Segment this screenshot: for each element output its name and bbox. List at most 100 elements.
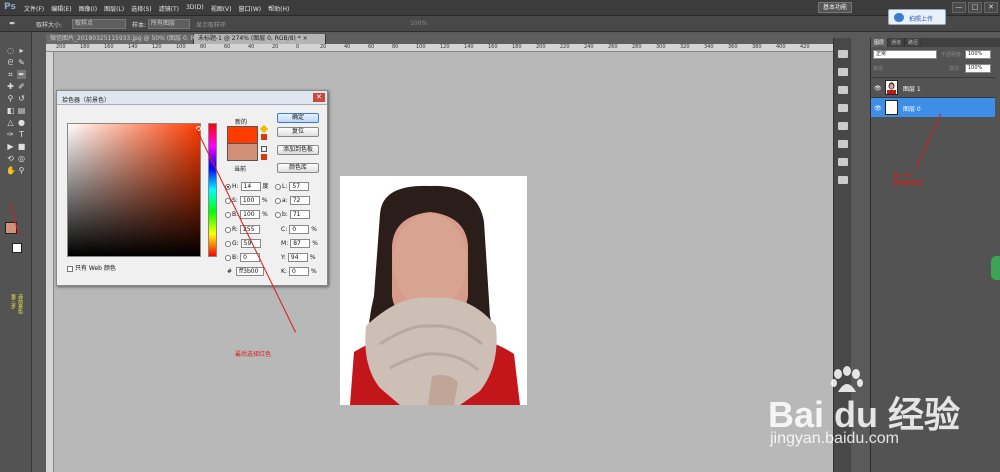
side-float-handle[interactable] bbox=[991, 256, 1000, 280]
gamut-correction-swatch[interactable] bbox=[261, 134, 267, 140]
tab-wechat-image[interactable]: 微信图片_20180325115933.jpg @ 50% (图层 0, RGB… bbox=[46, 34, 229, 44]
dialog-titlebar[interactable]: 拾色器（前景色） ✕ bbox=[57, 91, 327, 105]
tab-untitled-1[interactable]: 未标题-1 @ 274% (图层 0, RGB/8) * × bbox=[194, 34, 326, 44]
masks-panel-icon[interactable] bbox=[838, 122, 848, 130]
field-y[interactable]: Y: 94% bbox=[281, 253, 316, 263]
3d-rotate-icon[interactable]: ⟲ bbox=[6, 154, 15, 163]
menu-file[interactable]: 文件(F) bbox=[24, 4, 44, 13]
current-color-swatch[interactable] bbox=[227, 144, 258, 161]
brush-tool-icon[interactable]: ✐ bbox=[17, 82, 26, 91]
character-panel-icon[interactable] bbox=[838, 158, 848, 166]
layer-name[interactable]: 图层 0 bbox=[903, 104, 921, 113]
s-input[interactable]: 100 bbox=[239, 196, 260, 205]
field-c[interactable]: C: 0% bbox=[281, 225, 317, 235]
gamut-warning-icon[interactable] bbox=[259, 124, 269, 134]
close-window-button[interactable]: ✕ bbox=[984, 2, 998, 13]
maximize-button[interactable]: □ bbox=[968, 2, 982, 13]
gradient-tool-icon[interactable]: ▤ bbox=[17, 106, 26, 115]
add-to-swatches-button[interactable]: 添加到色板 bbox=[277, 145, 319, 155]
blur-tool-icon[interactable]: △ bbox=[6, 118, 15, 127]
tab-layers[interactable]: 图层 bbox=[871, 38, 889, 47]
h-input[interactable]: 14 bbox=[240, 182, 261, 191]
field-hex[interactable]: # ff3b00 bbox=[225, 267, 266, 277]
path-select-icon[interactable]: ▶ bbox=[6, 142, 15, 151]
tab-channels[interactable]: 通道 bbox=[888, 38, 906, 47]
history-brush-icon[interactable]: ↺ bbox=[17, 94, 26, 103]
3d-camera-icon[interactable]: ◎ bbox=[17, 154, 26, 163]
opacity-input[interactable]: 100% bbox=[965, 50, 991, 59]
lab-b-input[interactable]: 71 bbox=[289, 210, 310, 219]
field-m[interactable]: M: 87% bbox=[281, 239, 318, 249]
marquee-tool-icon[interactable]: ◌ bbox=[6, 46, 15, 55]
tab-paths[interactable]: 路径 bbox=[905, 38, 923, 47]
quick-select-icon[interactable]: ✎ bbox=[17, 58, 26, 67]
field-k[interactable]: K: 0% bbox=[281, 267, 317, 277]
show-ring-checkbox[interactable]: 显示取样环 bbox=[196, 20, 226, 29]
color-libraries-button[interactable]: 颜色库 bbox=[277, 163, 319, 173]
shape-tool-icon[interactable]: ■ bbox=[17, 142, 26, 151]
menu-filter[interactable]: 滤镜(T) bbox=[159, 4, 179, 13]
background-color-swatch[interactable] bbox=[12, 243, 22, 253]
field-l[interactable]: L: 57 bbox=[275, 182, 311, 192]
field-g[interactable]: G: 59 bbox=[225, 239, 263, 249]
sample-select[interactable]: 所有图层 bbox=[148, 19, 190, 29]
menu-window[interactable]: 窗口(W) bbox=[239, 4, 262, 13]
move-tool-icon[interactable]: ▸ bbox=[17, 46, 26, 55]
sample-size-select[interactable]: 取样点 bbox=[72, 19, 126, 29]
hue-slider[interactable] bbox=[208, 123, 217, 257]
field-a[interactable]: a: 72 bbox=[275, 196, 312, 206]
adjustments-panel-icon[interactable] bbox=[838, 104, 848, 112]
reset-button[interactable]: 复位 bbox=[277, 127, 319, 137]
layer-name[interactable]: 图层 1 bbox=[903, 84, 921, 93]
menu-layer[interactable]: 图层(L) bbox=[104, 4, 124, 13]
menu-3d[interactable]: 3D(D) bbox=[186, 4, 204, 13]
blend-mode-select[interactable]: 正常 bbox=[873, 50, 937, 59]
menu-image[interactable]: 图像(I) bbox=[79, 4, 97, 13]
actions-panel-icon[interactable] bbox=[838, 68, 848, 76]
crop-tool-icon[interactable]: ⌗ bbox=[6, 70, 15, 79]
b-input[interactable]: 100 bbox=[240, 210, 261, 219]
menu-select[interactable]: 选择(S) bbox=[131, 4, 152, 13]
k-input[interactable]: 0 bbox=[288, 267, 309, 276]
field-h[interactable]: H: 14 度 bbox=[225, 182, 269, 192]
menu-edit[interactable]: 编辑(E) bbox=[51, 4, 71, 13]
a-input[interactable]: 72 bbox=[289, 196, 310, 205]
c-input[interactable]: 0 bbox=[289, 225, 310, 234]
layer-row-0[interactable]: 👁 图层 0 bbox=[871, 97, 995, 117]
web-safe-warning-icon[interactable] bbox=[261, 146, 267, 152]
visibility-eye-icon[interactable]: 👁 bbox=[874, 105, 882, 112]
info-panel-icon[interactable] bbox=[838, 86, 848, 94]
field-b[interactable]: B: 100% bbox=[225, 210, 268, 220]
menu-help[interactable]: 帮助(H) bbox=[268, 4, 289, 13]
menu-view[interactable]: 视图(V) bbox=[211, 4, 232, 13]
fill-input[interactable]: 100% bbox=[965, 64, 991, 73]
styles-panel-icon[interactable] bbox=[838, 140, 848, 148]
eyedropper-tool-icon[interactable]: ✒ bbox=[17, 70, 26, 79]
dodge-tool-icon[interactable]: ● bbox=[17, 118, 26, 127]
type-tool-icon[interactable]: T bbox=[17, 130, 26, 139]
y-input[interactable]: 94 bbox=[287, 253, 308, 262]
eyedropper-icon[interactable]: ✒ bbox=[8, 19, 17, 28]
ok-button[interactable]: 确定 bbox=[277, 113, 319, 123]
eraser-tool-icon[interactable]: ◧ bbox=[6, 106, 15, 115]
web-colors-checkbox[interactable]: 只有 Web 颜色 bbox=[67, 263, 116, 272]
color-field[interactable] bbox=[67, 123, 201, 257]
minimize-button[interactable]: — bbox=[952, 2, 966, 13]
zoom-tool-icon[interactable]: ⚲ bbox=[17, 166, 26, 175]
field-lab-b[interactable]: b: 71 bbox=[275, 210, 312, 220]
paragraph-panel-icon[interactable] bbox=[838, 176, 848, 184]
zoom-value[interactable]: 100% bbox=[410, 20, 427, 27]
upload-badge[interactable]: 拍照上传 bbox=[888, 9, 946, 25]
l-input[interactable]: 57 bbox=[289, 182, 310, 191]
hex-input[interactable]: ff3b00 bbox=[236, 267, 265, 276]
visibility-eye-icon[interactable]: 👁 bbox=[874, 85, 882, 92]
healing-tool-icon[interactable]: ✚ bbox=[6, 82, 15, 91]
history-panel-icon[interactable] bbox=[838, 50, 848, 58]
pen-tool-icon[interactable]: ✑ bbox=[6, 130, 15, 139]
layer-row-1[interactable]: 👁 图层 1 bbox=[871, 77, 995, 97]
web-safe-swatch[interactable] bbox=[261, 154, 267, 160]
lasso-tool-icon[interactable]: ᘓ bbox=[6, 58, 15, 67]
clone-tool-icon[interactable]: ⚲ bbox=[6, 94, 15, 103]
close-icon[interactable]: ✕ bbox=[313, 93, 325, 102]
hand-tool-icon[interactable]: ✋ bbox=[6, 166, 16, 175]
